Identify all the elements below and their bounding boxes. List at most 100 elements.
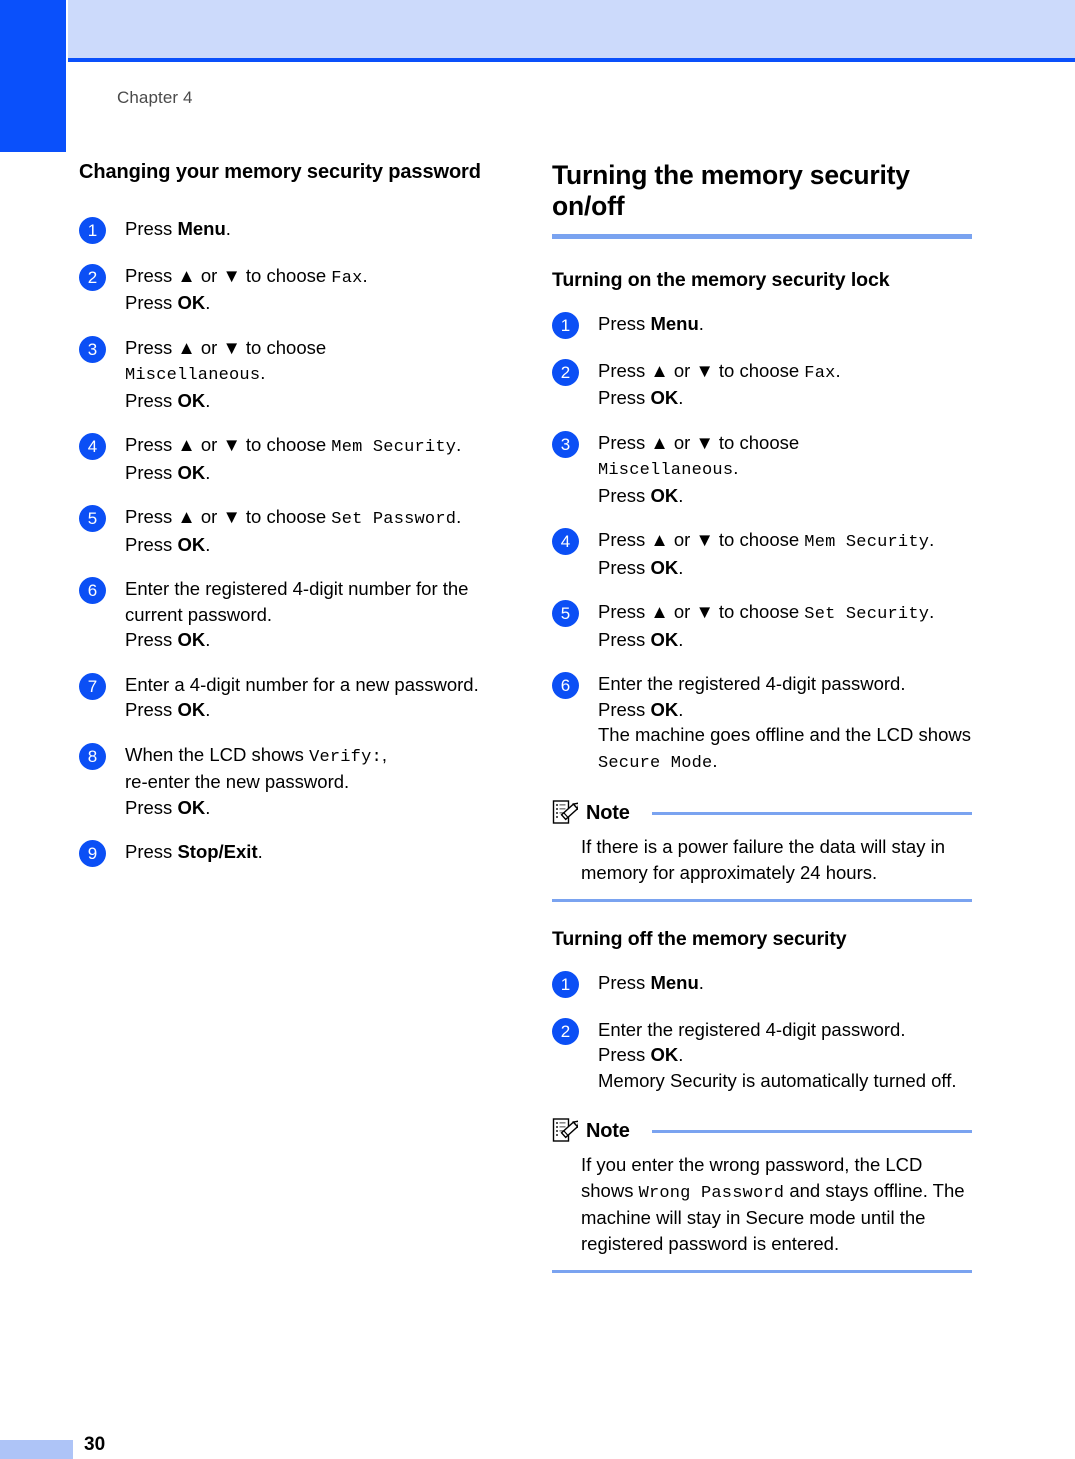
text-run: Press <box>125 841 178 863</box>
numbered-step: 2 Enter the registered 4-digit password. P… <box>552 1017 972 1094</box>
lcd-text: Mem Security <box>804 533 930 553</box>
turning-on-steps-list: 1 Press Menu. 2 Press ▲ or ▼ to choose Fax.… <box>552 311 972 775</box>
lcd-text: Fax <box>331 269 363 288</box>
step-number-badge: 5 <box>552 600 579 628</box>
left-steps-list: 1 Press Menu. 2 Press ▲ or ▼ to choose Fax.… <box>79 216 511 868</box>
step-number-badge: 3 <box>552 430 579 458</box>
emphasis-button-name: OK <box>650 628 679 650</box>
numbered-step: 1 Press Menu. <box>552 970 972 998</box>
text-run: . <box>205 796 211 818</box>
step-text: Press Menu. <box>598 970 972 996</box>
emphasis-button-name: Menu <box>177 218 226 239</box>
numbered-step: 3 Press ▲ or ▼ to choose Miscellaneous. Pre… <box>552 430 972 508</box>
subsection-heading-turning-off: Turning off the memory security <box>552 928 847 951</box>
text-run: . <box>205 461 211 483</box>
step-number-badge: 2 <box>79 264 106 291</box>
text-run: . <box>698 312 704 334</box>
lcd-text: Mem Security <box>331 438 457 458</box>
page-number: 30 <box>84 1434 106 1455</box>
numbered-step: 4 Press ▲ or ▼ to choose Mem Security. Pre… <box>79 432 511 485</box>
lcd-text: Set Security <box>804 605 930 625</box>
emphasis-button-name: OK <box>177 292 206 314</box>
text-run: . <box>678 387 684 409</box>
note-bottom-rule <box>552 899 972 903</box>
text-run: Press ▲ or ▼ to choose <box>125 336 327 358</box>
numbered-step: 1 Press Menu. <box>79 216 511 244</box>
step-text-line: Press OK. <box>125 697 511 723</box>
step-text: Press ▲ or ▼ to choose Set Security. Pres… <box>598 599 972 652</box>
step-number-badge: 1 <box>552 311 579 339</box>
step-number-badge: 1 <box>79 217 106 244</box>
note-header: Note <box>552 1117 972 1145</box>
step-text-line: Press Menu. <box>125 216 511 242</box>
note-text: If there is a power failure the data wil… <box>581 836 946 883</box>
emphasis-button-name: OK <box>177 796 206 818</box>
step-text-line: Enter a 4-digit number for a new passwor… <box>125 672 511 698</box>
text-run: . <box>205 629 211 651</box>
numbered-step: 5 Press ▲ or ▼ to choose Set Security. Pre… <box>552 599 972 652</box>
text-run: Press ▲ or ▼ to choose <box>598 601 805 623</box>
note-wrong-password: Note If you enter the wrong password, th… <box>552 1117 972 1274</box>
step-text-line: Press OK. <box>598 385 972 411</box>
step-text-line: Press OK. <box>598 627 972 653</box>
step-text: Press ▲ or ▼ to choose Miscellaneous. Pres… <box>125 335 511 413</box>
step-text-line: Press OK. <box>598 555 972 581</box>
step-number-badge: 2 <box>552 358 579 386</box>
footer-accent-block <box>0 1440 73 1459</box>
numbered-step: 2 Press ▲ or ▼ to choose Fax. Press OK. <box>552 358 972 411</box>
text-run: Press <box>598 628 651 650</box>
text-run: Press ▲ or ▼ to choose <box>125 265 332 286</box>
step-text-line: Enter the registered 4-digit number for … <box>125 576 511 627</box>
step-text-line: Miscellaneous. <box>598 455 972 482</box>
text-run: Press <box>125 292 178 314</box>
emphasis-button-name: OK <box>650 387 679 409</box>
numbered-step: 7 Enter a 4-digit number for a new passwo… <box>79 672 511 723</box>
text-run: Enter the registered 4-digit number for … <box>125 578 469 625</box>
step-number-badge: 4 <box>79 433 106 461</box>
numbered-step: 5 Press ▲ or ▼ to choose Set Password. Pre… <box>79 504 511 557</box>
numbered-step: 9 Press Stop/Exit. <box>79 839 511 868</box>
numbered-step: 8 When the LCD shows Verify:, re-enter the… <box>79 742 511 820</box>
text-run: . <box>260 362 266 384</box>
step-text-line: Enter the registered 4-digit password. <box>598 671 972 697</box>
numbered-step: 6 Enter the registered 4-digit password. P… <box>552 671 972 775</box>
note-header: Note <box>552 799 972 827</box>
text-run: . <box>678 628 684 650</box>
text-run: . <box>678 1044 684 1066</box>
numbered-step: 3 Press ▲ or ▼ to choose Miscellaneous. Pre… <box>79 335 511 413</box>
emphasis-button-name: OK <box>650 1044 679 1066</box>
step-text-line: Press OK. <box>125 290 511 316</box>
step-text-line: Memory Security is automatically turned … <box>598 1068 972 1094</box>
emphasis-button-name: OK <box>650 698 679 720</box>
step-number-badge: 1 <box>552 970 579 998</box>
step-text-line: Press Menu. <box>598 970 972 996</box>
note-header-rule <box>651 811 972 815</box>
numbered-step: 4 Press ▲ or ▼ to choose Mem Security. Pre… <box>552 527 972 580</box>
text-run: Enter a 4-digit number for a new passwor… <box>125 673 479 695</box>
text-run: Press ▲ or ▼ to choose <box>598 359 805 381</box>
step-number-badge: 4 <box>552 528 579 556</box>
text-run: Press ▲ or ▼ to choose <box>125 506 332 528</box>
emphasis-button-name: OK <box>177 533 206 555</box>
text-run: . <box>205 389 211 411</box>
step-text: Press Menu. <box>598 311 972 337</box>
section-heading-rule <box>552 234 972 240</box>
step-text: Enter the registered 4-digit password. Pr… <box>598 1017 972 1094</box>
text-run: Press <box>598 387 651 409</box>
text-run: Press <box>125 796 178 818</box>
text-run: Press <box>598 556 651 578</box>
text-run: Press <box>598 971 651 993</box>
chapter-corner-block <box>0 0 66 152</box>
text-run: Enter the registered 4-digit password. <box>598 673 906 695</box>
step-text-line: Enter the registered 4-digit password. <box>598 1017 972 1043</box>
lcd-text: Secure Mode <box>598 753 713 773</box>
text-run: Press ▲ or ▼ to choose <box>598 431 800 453</box>
text-run: Press <box>125 461 178 483</box>
step-text: Press Menu. <box>125 216 511 242</box>
step-text-line: Press OK. <box>125 795 511 821</box>
step-text-line: Press OK. <box>125 388 511 414</box>
lcd-text: Miscellaneous <box>125 366 261 386</box>
emphasis-button-name: OK <box>177 389 206 411</box>
note-label: Note <box>586 801 630 824</box>
emphasis-button-name: OK <box>177 699 206 721</box>
